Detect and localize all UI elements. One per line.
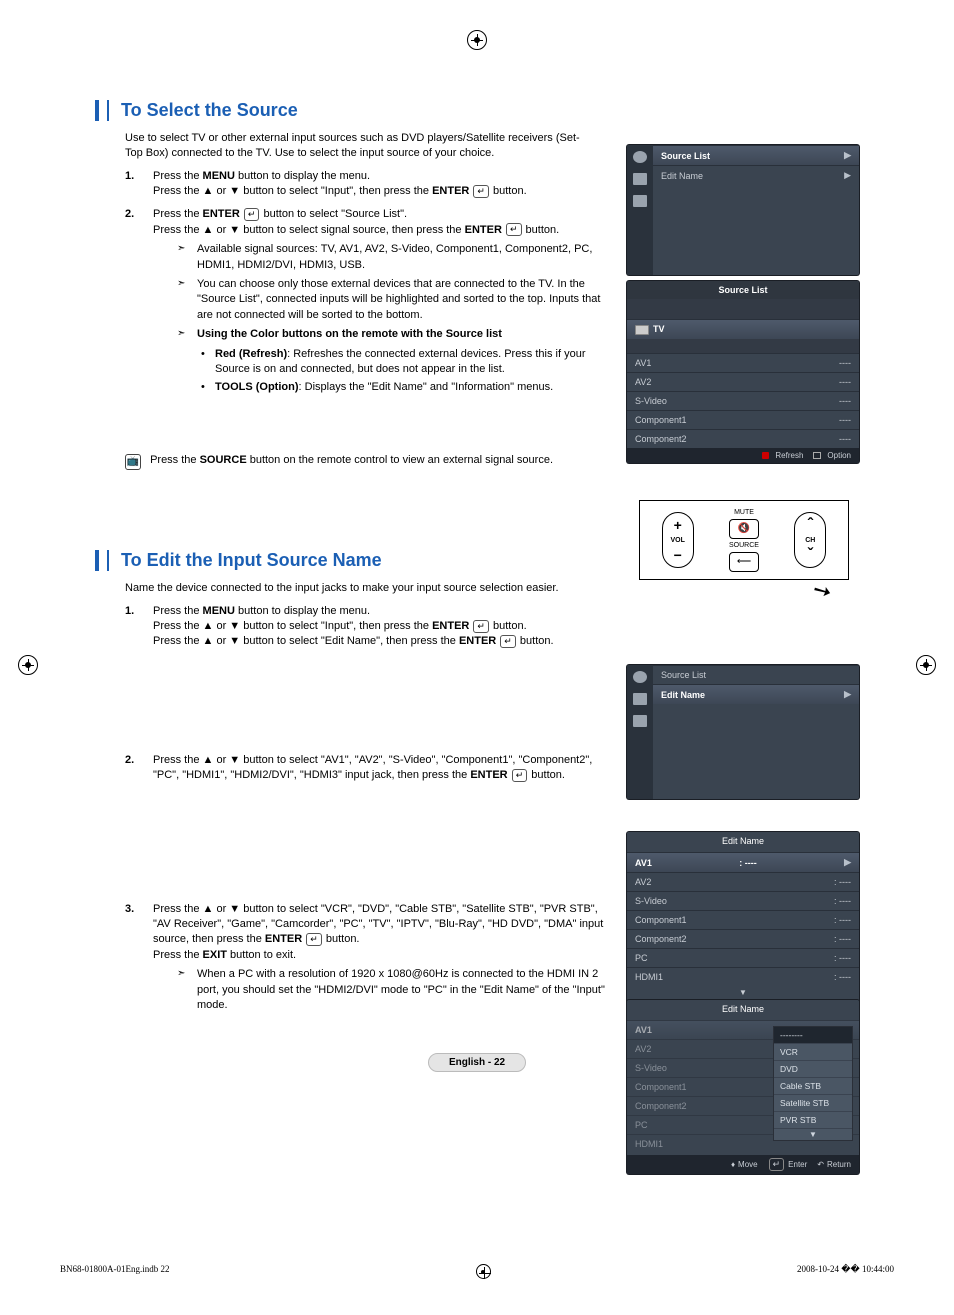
footer-move: ♦Move [731, 1158, 758, 1171]
menu-item-edit-name[interactable]: Edit Name▶ [653, 165, 859, 185]
enter-icon: ↵ [244, 208, 260, 221]
section-edit-input-name: To Edit the Input Source Name Name the d… [95, 550, 859, 1014]
note-available-sources: Available signal sources: TV, AV1, AV2, … [177, 242, 605, 273]
step-3: Press the ▲ or ▼ button to select "VCR",… [125, 902, 605, 1014]
osd-title: Edit Name [627, 832, 859, 850]
editname-component2[interactable]: Component2: ---- [627, 929, 859, 948]
bullet-red-refresh: Red (Refresh): Refreshes the connected e… [201, 347, 605, 378]
footer-refresh[interactable]: Refresh [762, 451, 803, 460]
menu-item-source-list[interactable]: Source List [653, 665, 859, 684]
intro-text: Name the device connected to the input j… [125, 581, 725, 596]
chevron-right-icon: ▶ [844, 857, 851, 868]
note-connected-devices: You can choose only those external devic… [177, 277, 605, 323]
enter-icon: ↵ [506, 223, 522, 236]
popup-item-vcr[interactable]: VCR [774, 1044, 852, 1061]
move-icon: ♦ [731, 1160, 735, 1169]
editname-av2[interactable]: AV2: ---- [627, 872, 859, 891]
plug-icon [633, 693, 647, 705]
osd-title: Edit Name [627, 1000, 859, 1018]
gear-icon [633, 151, 647, 163]
tip-source-button: 📺 Press the SOURCE button on the remote … [125, 454, 605, 470]
note-pc-hdmi2: When a PC with a resolution of 1920 x 10… [177, 967, 605, 1013]
section-title: To Edit the Input Source Name [95, 550, 859, 571]
footer-option[interactable]: Option [813, 451, 851, 460]
indb-filename: BN68-01800A-01Eng.indb 22 [60, 1264, 170, 1279]
registration-mark-top [467, 30, 487, 50]
popup-item-blank[interactable]: -------- [774, 1027, 852, 1044]
editname-av1[interactable]: AV1: ----▶ [627, 852, 859, 872]
menu-item-edit-name[interactable]: Edit Name▶ [653, 684, 859, 704]
registration-mark-left [18, 655, 38, 675]
app-icon [633, 195, 647, 207]
source-label: SOURCE [729, 542, 759, 549]
popup-item-cable-stb[interactable]: Cable STB [774, 1078, 852, 1095]
source-av2[interactable]: AV2---- [627, 372, 859, 391]
osd-source-list: Source List TV AV1---- AV2---- S-Video--… [627, 281, 859, 463]
step-2: Press the ENTER ↵ button to select "Sour… [125, 207, 605, 395]
tv-icon [635, 325, 649, 335]
popup-item-satellite-stb[interactable]: Satellite STB [774, 1095, 852, 1112]
chevron-up-icon: ˆ [808, 517, 813, 533]
footer-return: ↶Return [817, 1158, 851, 1171]
registration-mark-right [916, 655, 936, 675]
tools-icon [813, 452, 821, 459]
osd-edit-name-popup: Edit Name AV1: AV2 S-Video Component1 Co… [627, 1000, 859, 1174]
chevron-right-icon: ▶ [844, 150, 851, 161]
chevron-right-icon: ▶ [844, 689, 851, 700]
editname-hdmi1[interactable]: HDMI1: ---- [627, 967, 859, 986]
source-component1[interactable]: Component1---- [627, 410, 859, 429]
enter-icon: ↵ [473, 185, 489, 198]
popup-item-dvd[interactable]: DVD [774, 1061, 852, 1078]
red-dot-icon [762, 452, 769, 459]
osd-input-menu: Input Source List▶ Edit Name▶ [627, 145, 859, 275]
source-tv[interactable]: TV [627, 319, 859, 339]
note-color-buttons: Using the Color buttons on the remote wi… [177, 327, 605, 342]
menu-item-source-list[interactable]: Source List▶ [653, 145, 859, 165]
intro-text: Use to select TV or other external input… [125, 131, 585, 161]
mute-button[interactable]: 🔇 [729, 519, 759, 539]
remote-tip-icon: 📺 [125, 454, 141, 470]
chevron-down-icon: ▼ [774, 1129, 852, 1140]
step-1: Press the MENU button to display the men… [125, 604, 605, 745]
popup-item-pvr-stb[interactable]: PVR STB [774, 1112, 852, 1129]
plug-icon [633, 173, 647, 185]
editname-pc[interactable]: PC: ---- [627, 948, 859, 967]
name-select-popup: -------- VCR DVD Cable STB Satellite STB… [773, 1026, 853, 1141]
editname-svideo[interactable]: S-Video: ---- [627, 891, 859, 910]
osd-title: Source List [627, 281, 859, 299]
source-svideo[interactable]: S-Video---- [627, 391, 859, 410]
return-icon: ↶ [817, 1160, 824, 1169]
gear-icon [633, 671, 647, 683]
source-component2[interactable]: Component2---- [627, 429, 859, 448]
section-title: To Select the Source [95, 100, 859, 121]
app-icon [633, 715, 647, 727]
step-1: Press the MENU button to display the men… [125, 169, 605, 200]
enter-icon: ↵ [306, 933, 322, 946]
mute-label: MUTE [734, 509, 754, 516]
step-2: Press the ▲ or ▼ button to select "AV1",… [125, 753, 605, 894]
plus-icon: + [674, 517, 682, 533]
enter-icon: ↵ [473, 620, 489, 633]
osd-edit-name-list: Edit Name AV1: ----▶ AV2: ---- S-Video: … [627, 832, 859, 1020]
enter-icon: ↵ [512, 769, 528, 782]
print-timestamp: 2008-10-24 �� 10:44:00 [797, 1264, 894, 1279]
footer-enter: ↵Enter [768, 1158, 808, 1171]
section-select-source: To Select the Source Use to select TV or… [95, 100, 859, 470]
enter-icon: ↵ [769, 1158, 785, 1171]
bullet-tools-option: TOOLS (Option): Displays the "Edit Name"… [201, 380, 605, 395]
enter-icon: ↵ [500, 635, 516, 648]
osd-input-menu-2: Input Source List Edit Name▶ [627, 665, 859, 799]
editname-component1[interactable]: Component1: ---- [627, 910, 859, 929]
chevron-right-icon: ▶ [844, 170, 851, 181]
source-av1[interactable]: AV1---- [627, 353, 859, 372]
chevron-down-icon: ▼ [627, 986, 859, 999]
